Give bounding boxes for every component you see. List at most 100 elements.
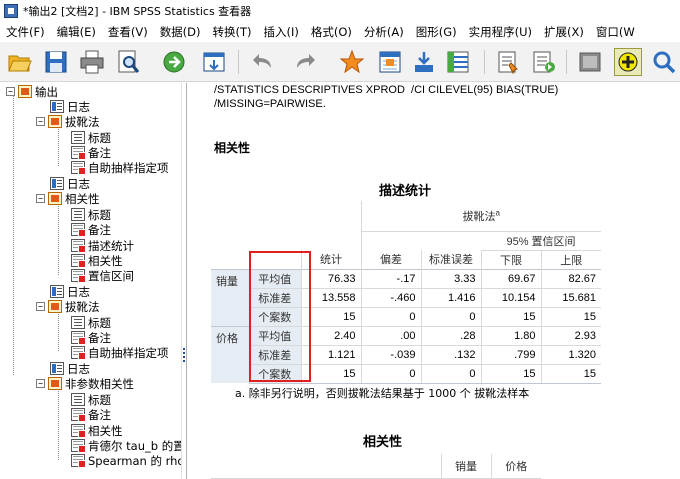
- open-icon[interactable]: [6, 48, 34, 76]
- table-icon: [71, 239, 86, 253]
- outline-node-log[interactable]: 日志: [50, 99, 90, 114]
- cell: 10.154: [480, 288, 541, 308]
- tree-connector: [58, 388, 59, 460]
- menu-edit[interactable]: 编辑(E): [51, 24, 102, 40]
- menu-insert[interactable]: 插入(I): [258, 24, 305, 40]
- menu-window[interactable]: 窗口(W: [590, 24, 641, 40]
- save-icon[interactable]: [42, 48, 70, 76]
- table-icon: [71, 439, 86, 453]
- toolbar: [0, 42, 680, 82]
- table-icon: [71, 346, 86, 360]
- outline-node-correlations[interactable]: − 相关性: [36, 191, 100, 206]
- table-icon: [71, 454, 86, 468]
- outline-node-notes[interactable]: 备注: [71, 330, 111, 345]
- col-header: 标准误差: [420, 250, 481, 269]
- outline-node-label: 相关性: [88, 253, 123, 268]
- outline-node-notes[interactable]: 备注: [71, 407, 111, 422]
- outline-node-bootstrap[interactable]: − 拔靴法: [36, 114, 100, 129]
- title-icon: [71, 316, 85, 329]
- outline-node-notes[interactable]: 备注: [71, 145, 111, 160]
- table-header-row: 95% 置信区间: [211, 231, 601, 251]
- correlations-table[interactable]: 销量 价格: [211, 454, 541, 479]
- outline-node-descriptives[interactable]: 描述统计: [71, 238, 134, 253]
- outline-node-correlations-table[interactable]: 相关性: [71, 423, 123, 438]
- outline-node-log[interactable]: 日志: [50, 361, 90, 376]
- outline-node-title[interactable]: 标题: [71, 130, 111, 145]
- table-icon: [71, 269, 86, 283]
- syntax-line: /STATISTICS DESCRIPTIVES XPROD /CI CILEV…: [214, 84, 559, 96]
- variables-icon[interactable]: [444, 48, 472, 76]
- outline-node-root[interactable]: − 输出: [6, 84, 58, 99]
- print-icon[interactable]: [78, 48, 106, 76]
- section-heading-correlations: 相关性: [363, 435, 403, 450]
- log-icon: [50, 285, 64, 298]
- outline-node-bootstrap-spec[interactable]: 自助抽样指定项: [71, 160, 169, 175]
- outline-node-title[interactable]: 标题: [71, 392, 111, 407]
- print-preview-icon[interactable]: [114, 48, 142, 76]
- outline-node-bootstrap[interactable]: − 拔靴法: [36, 299, 100, 314]
- col-header: 偏差: [360, 250, 421, 269]
- outline-node-nonpar-corr[interactable]: − 非参数相关性: [36, 376, 134, 391]
- outline-node-label: 相关性: [65, 191, 100, 206]
- menu-transform[interactable]: 转换(T): [207, 24, 258, 40]
- procedure-icon: [48, 300, 62, 313]
- find-icon[interactable]: [650, 48, 678, 76]
- bootstrap-header: 拔靴法a: [360, 201, 601, 232]
- highlight-box: [249, 251, 311, 382]
- script-icon[interactable]: [530, 48, 558, 76]
- collapse-toggle[interactable]: −: [36, 379, 45, 388]
- goto-data-icon[interactable]: [338, 48, 366, 76]
- menu-file[interactable]: 文件(F): [0, 24, 51, 40]
- outline-node-notes[interactable]: 备注: [71, 222, 111, 237]
- outline-node-kendall-ci[interactable]: 肯德尔 tau_b 的置: [71, 438, 181, 453]
- notes-icon: [71, 146, 86, 160]
- toolbar-separator: [484, 50, 485, 74]
- outline-node-label: 标题: [88, 315, 111, 330]
- toolbar-separator: [238, 50, 239, 74]
- cell: 15: [480, 364, 541, 384]
- menu-format[interactable]: 格式(O): [305, 24, 358, 40]
- undo-icon[interactable]: [250, 48, 278, 76]
- export-icon[interactable]: [160, 48, 188, 76]
- redo-icon[interactable]: [290, 48, 318, 76]
- table-title: 描述统计: [379, 184, 432, 199]
- outline-node-label: 日志: [67, 99, 90, 114]
- log-icon: [50, 177, 64, 190]
- collapse-toggle[interactable]: −: [6, 87, 15, 96]
- outline-node-bootstrap-spec[interactable]: 自助抽样指定项: [71, 345, 169, 360]
- goto-case-icon[interactable]: [376, 48, 404, 76]
- cell: .799: [480, 345, 541, 365]
- outline-node-title[interactable]: 标题: [71, 207, 111, 222]
- cell: .132: [420, 345, 481, 365]
- cell: 0: [420, 364, 481, 384]
- outline-node-title[interactable]: 标题: [71, 315, 111, 330]
- menu-analyze[interactable]: 分析(A): [358, 24, 410, 40]
- outline-node-ci[interactable]: 置信区间: [71, 268, 134, 283]
- cell: 1.80: [480, 326, 541, 346]
- cell: 0: [360, 364, 421, 384]
- menu-data[interactable]: 数据(D): [154, 24, 207, 40]
- splitter-grip-icon[interactable]: [183, 348, 185, 366]
- outline-node-log[interactable]: 日志: [50, 176, 90, 191]
- designate-window-icon[interactable]: [576, 48, 604, 76]
- collapse-toggle[interactable]: −: [36, 194, 45, 203]
- menu-view[interactable]: 查看(V): [102, 24, 154, 40]
- menu-extensions[interactable]: 扩展(X): [538, 24, 590, 40]
- outline-node-log[interactable]: 日志: [50, 284, 90, 299]
- outline-node-label: 标题: [88, 207, 111, 222]
- pivot-icon[interactable]: [494, 48, 522, 76]
- active-window-icon[interactable]: [614, 48, 642, 76]
- window-title: *输出2 [文档2] - IBM SPSS Statistics 查看器: [23, 5, 252, 18]
- outline-node-correlations-table[interactable]: 相关性: [71, 253, 123, 268]
- cell: -.460: [360, 288, 421, 308]
- menu-graphs[interactable]: 图形(G): [410, 24, 463, 40]
- menu-utilities[interactable]: 实用程序(U): [463, 24, 538, 40]
- outline-node-label: 输出: [35, 84, 58, 99]
- collapse-toggle[interactable]: −: [36, 117, 45, 126]
- goto-variable-icon[interactable]: [410, 48, 438, 76]
- collapse-toggle[interactable]: −: [36, 302, 45, 311]
- outline-node-spearman-ci[interactable]: Spearman 的 rho 的: [71, 453, 181, 468]
- recall-dialog-icon[interactable]: [200, 48, 228, 76]
- outline-node-label: 自助抽样指定项: [88, 345, 169, 360]
- outline-node-label: 日志: [67, 176, 90, 191]
